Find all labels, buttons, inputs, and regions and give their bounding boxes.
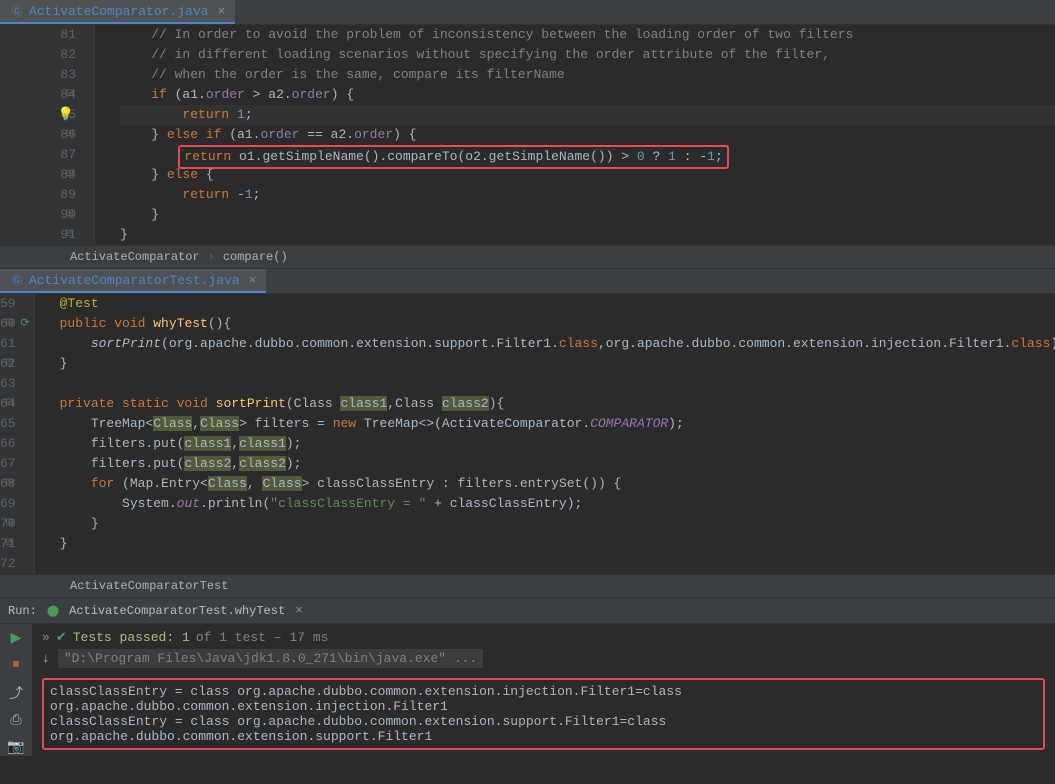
code-line[interactable]: } [60, 514, 1055, 534]
close-icon[interactable]: × [217, 4, 225, 19]
rerun-icon[interactable]: ▶ [11, 630, 22, 647]
rerun-gutter-icon[interactable]: ⟳ [20, 314, 29, 334]
close-icon[interactable]: × [249, 273, 257, 288]
editor2-code[interactable]: @Testpublic void whyTest(){ sortPrint(or… [35, 294, 1055, 574]
editor2-tab-label: ActivateComparatorTest.java [29, 273, 240, 288]
code-line[interactable]: // when the order is the same, compare i… [120, 65, 1055, 85]
code-line[interactable] [60, 374, 1055, 394]
editor2-gutter: 5960⊟⟳6162⊟6364⊟65666768⊟6970⊟71⊟72 [0, 294, 35, 574]
fold-icon[interactable]: ⊟ [66, 165, 74, 185]
fold-icon[interactable]: ⊟ [66, 125, 74, 145]
console-output[interactable]: classClassEntry = class org.apache.dubbo… [42, 678, 1045, 750]
close-icon[interactable]: × [295, 603, 303, 618]
editor2: 5960⊟⟳6162⊟6364⊟65666768⊟6970⊟71⊟72 @Tes… [0, 294, 1055, 574]
layout-icon[interactable]: ⤴ [9, 683, 23, 703]
editor1: 81828384⊟85💡86⊟8788⊟8990⊟91⊟ // In order… [0, 25, 1055, 245]
breadcrumb-item[interactable]: compare() [223, 250, 288, 264]
code-line[interactable]: if (a1.order > a2.order) { [120, 85, 1055, 105]
code-line[interactable]: @Test [60, 294, 1055, 314]
code-line[interactable]: System.out.println("classClassEntry = " … [60, 494, 1055, 514]
run-label: Run: [8, 604, 37, 618]
test-status-bar: » ✔ Tests passed: 1 of 1 test – 17 ms [42, 630, 1045, 645]
fold-icon[interactable]: ⊟ [66, 225, 74, 245]
editor2-tab-bar: Ⓖ ActivateComparatorTest.java × [0, 269, 1055, 294]
run-content: » ✔ Tests passed: 1 of 1 test – 17 ms ↓ … [32, 624, 1055, 756]
code-line[interactable]: // In order to avoid the problem of inco… [120, 25, 1055, 45]
code-line[interactable]: private static void sortPrint(Class clas… [60, 394, 1055, 414]
run-panel: ▶ ⏹ ⤴ ⎙ 📷 » ✔ Tests passed: 1 of 1 test … [0, 624, 1055, 756]
stop-icon[interactable]: ⏹ [13, 657, 20, 673]
scroll-down-icon[interactable]: ↓ [42, 651, 50, 666]
code-line[interactable]: return o1.getSimpleName().compareTo(o2.g… [120, 145, 1055, 165]
run-config-title[interactable]: ActivateComparatorTest.whyTest [69, 604, 285, 618]
editor1-tab-label: ActivateComparator.java [29, 4, 208, 19]
editor1-gutter: 81828384⊟85💡86⊟8788⊟8990⊟91⊟ [0, 25, 95, 245]
code-line[interactable]: return 1; [120, 105, 1055, 125]
code-line[interactable]: TreeMap<Class,Class> filters = new TreeM… [60, 414, 1055, 434]
fold-icon[interactable]: ⊟ [5, 534, 13, 554]
cmd-line: "D:\Program Files\Java\jdk1.8.0_271\bin\… [58, 649, 483, 668]
camera-icon[interactable]: 📷 [7, 739, 24, 756]
editor1-code[interactable]: // In order to avoid the problem of inco… [95, 25, 1055, 245]
fold-icon[interactable]: ⊟ [5, 514, 13, 534]
fold-icon[interactable]: ⊟ [5, 474, 13, 494]
fold-icon[interactable]: ⊟ [66, 85, 74, 105]
output-line: classClassEntry = class org.apache.dubbo… [50, 684, 1037, 714]
breadcrumb-item[interactable]: ActivateComparatorTest [70, 579, 228, 593]
status-prefix: Tests passed: [73, 630, 174, 645]
editor1-tab[interactable]: Ⓖ ActivateComparator.java × [0, 0, 235, 24]
code-line[interactable]: return -1; [120, 185, 1055, 205]
code-line[interactable] [60, 554, 1055, 574]
code-line[interactable]: } else if (a1.order == a2.order) { [120, 125, 1055, 145]
breadcrumb-item[interactable]: ActivateComparator [70, 250, 200, 264]
fold-icon[interactable]: ⊟ [5, 394, 13, 414]
pass-icon: ✔ [56, 630, 67, 645]
code-line[interactable]: } [60, 534, 1055, 554]
code-line[interactable]: sortPrint(org.apache.dubbo.common.extens… [60, 334, 1055, 354]
code-line[interactable]: } [60, 354, 1055, 374]
editor1-tab-bar: Ⓖ ActivateComparator.java × [0, 0, 1055, 25]
code-line[interactable]: filters.put(class1,class1); [60, 434, 1055, 454]
fold-icon[interactable]: ⊟ [66, 205, 74, 225]
run-config-icon: ⬤ [47, 604, 59, 618]
fold-icon[interactable]: ⊟ [5, 314, 13, 334]
editor1-breadcrumb: ActivateComparator › compare() [0, 245, 1055, 269]
output-line: classClassEntry = class org.apache.dubbo… [50, 714, 1037, 744]
breadcrumb-sep: › [208, 250, 215, 264]
chevrons-icon: » [42, 630, 50, 645]
code-line[interactable]: } [120, 225, 1055, 245]
run-bar: Run: ⬤ ActivateComparatorTest.whyTest × [0, 598, 1055, 624]
editor2-tab[interactable]: Ⓖ ActivateComparatorTest.java × [0, 269, 266, 293]
editor2-breadcrumb: ActivateComparatorTest [0, 574, 1055, 598]
run-toolbar: ▶ ⏹ ⤴ ⎙ 📷 [0, 624, 32, 756]
fold-icon[interactable]: ⊟ [5, 354, 13, 374]
java-file-icon: Ⓖ [10, 4, 24, 18]
code-line[interactable]: // in different loading scenarios withou… [120, 45, 1055, 65]
code-line[interactable]: public void whyTest(){ [60, 314, 1055, 334]
code-line[interactable]: for (Map.Entry<Class, Class> classClassE… [60, 474, 1055, 494]
code-line[interactable]: filters.put(class2,class2); [60, 454, 1055, 474]
intention-bulb-icon[interactable]: 💡 [58, 105, 74, 125]
code-line[interactable]: } [120, 205, 1055, 225]
pin-icon[interactable]: ⎙ [10, 713, 21, 729]
java-file-icon: Ⓖ [10, 273, 24, 287]
status-suffix: of 1 test – 17 ms [196, 630, 329, 645]
status-count: 1 [182, 630, 190, 645]
